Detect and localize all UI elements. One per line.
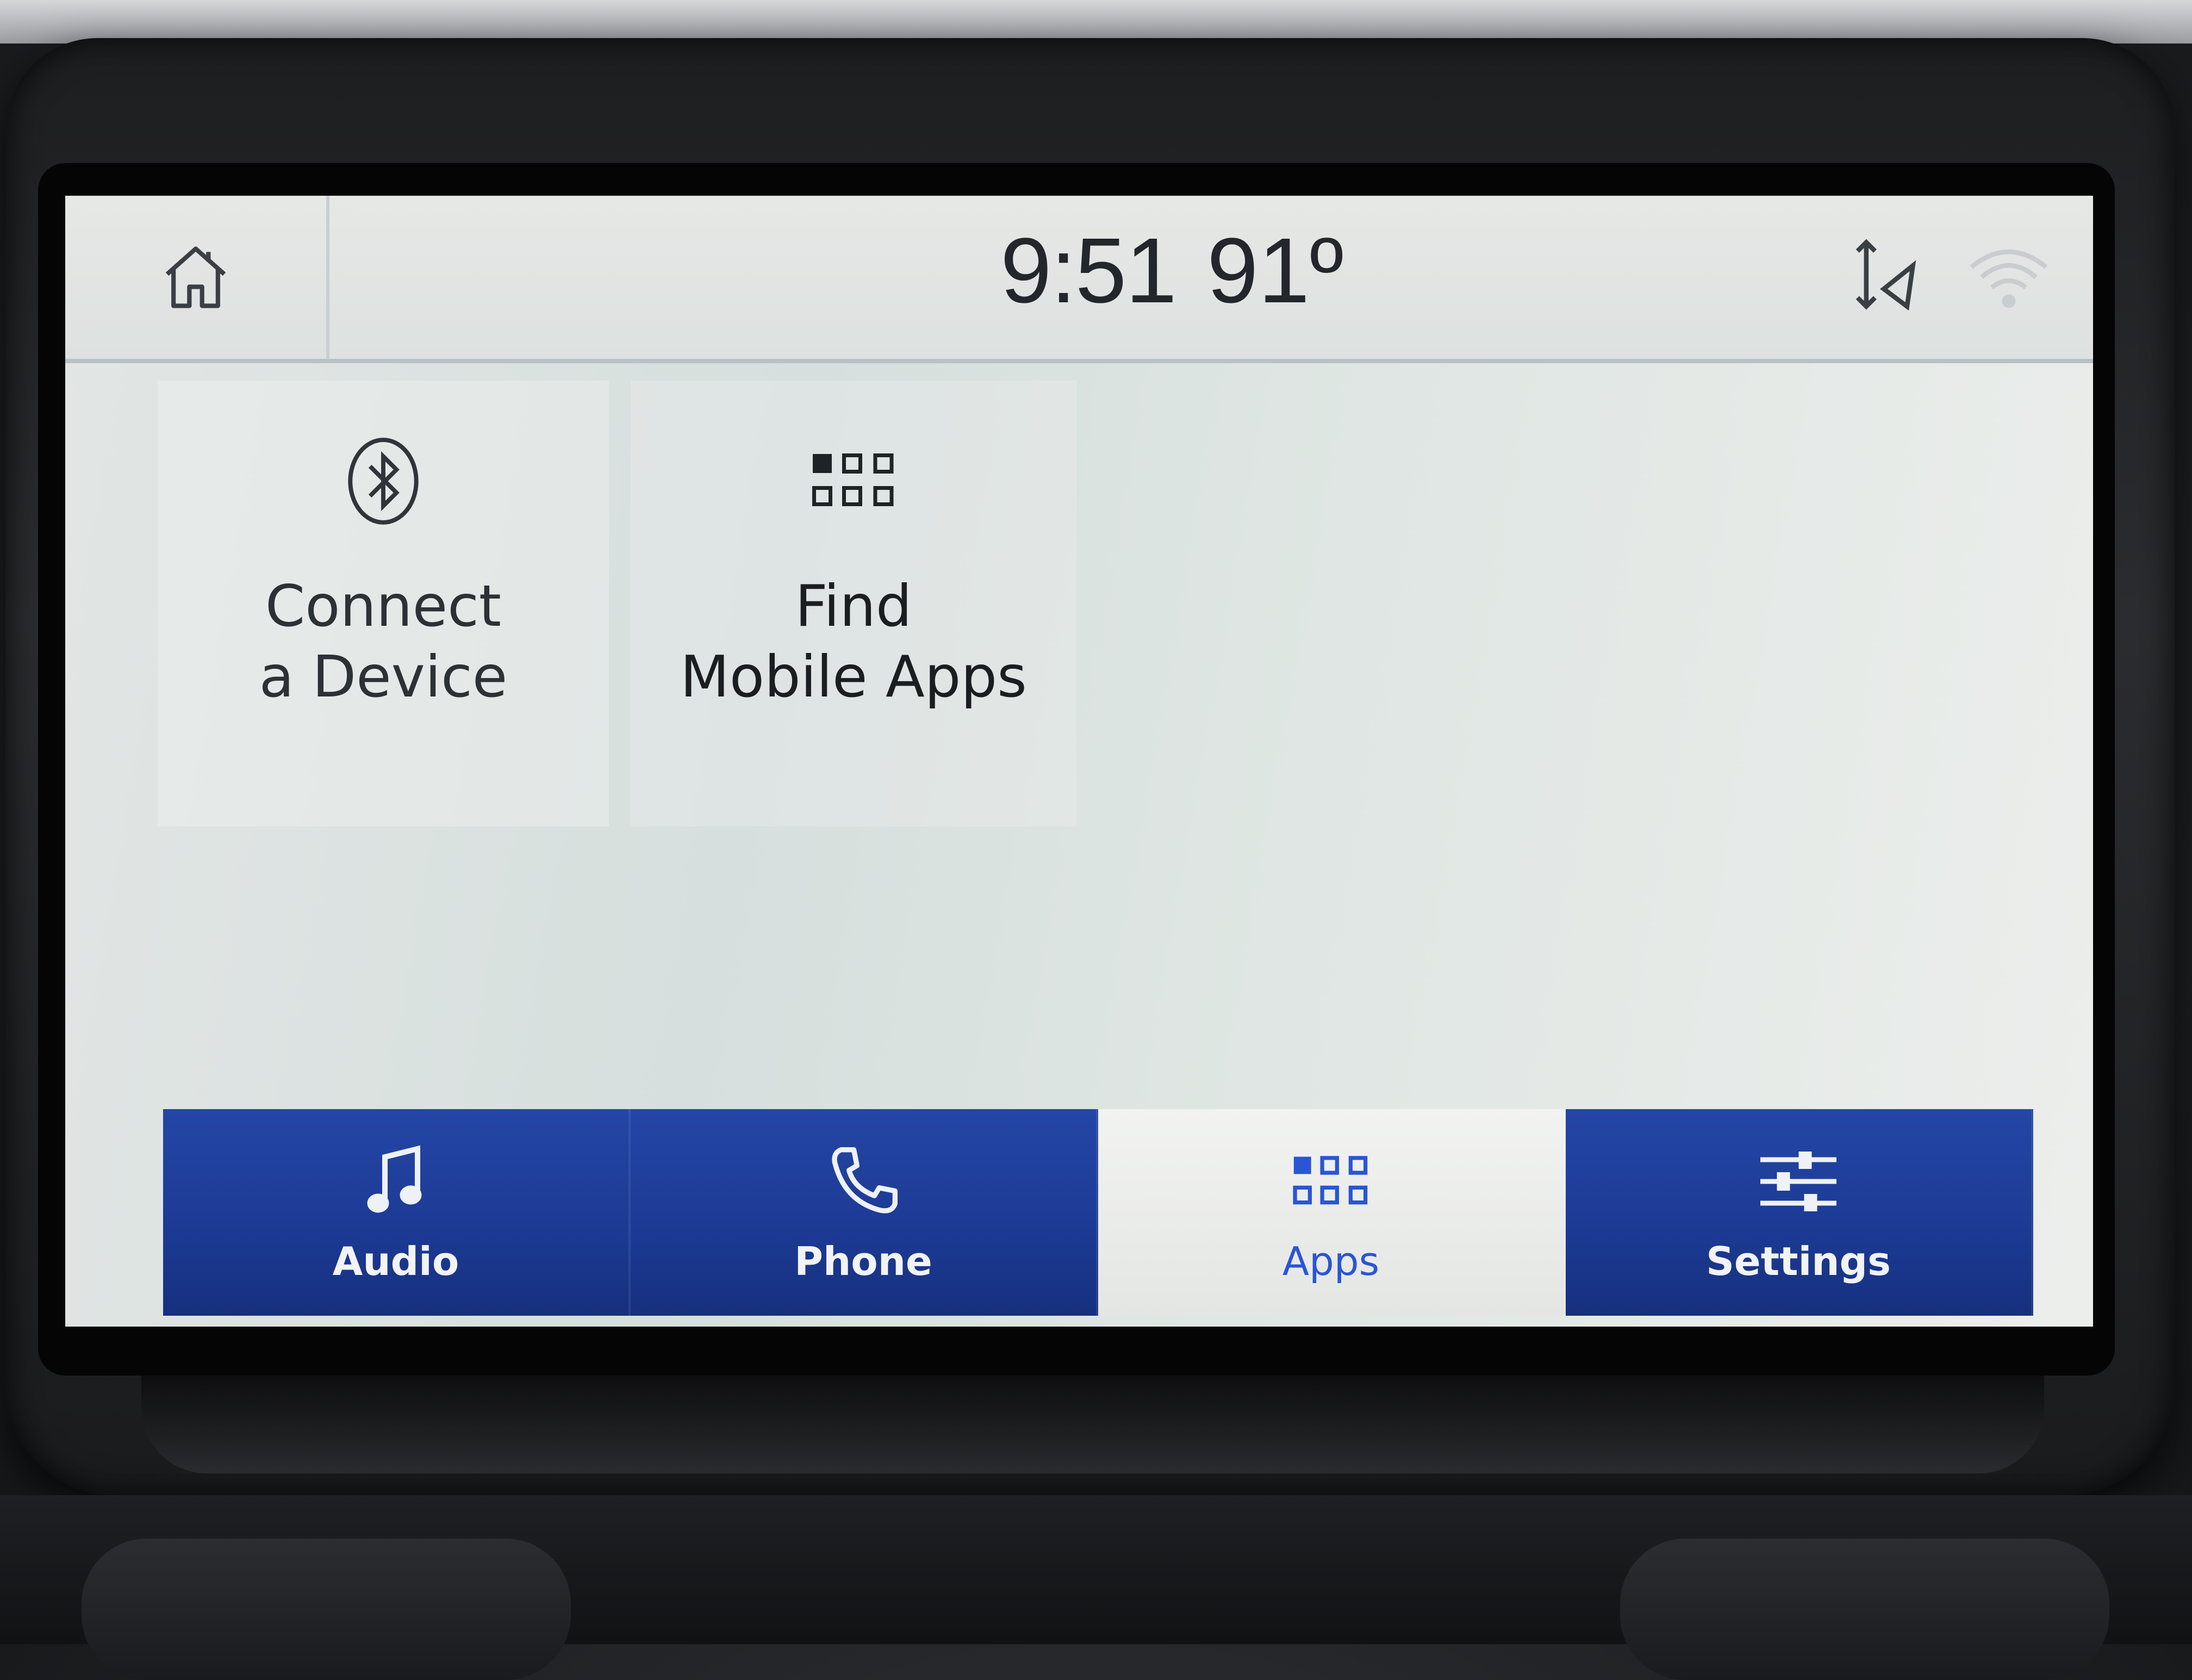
dashboard-trim (0, 0, 2192, 43)
music-note-icon (367, 1145, 422, 1213)
console-control-right (1620, 1539, 2109, 1680)
status-icons (1848, 228, 2050, 326)
navigation-arrows-icon (1855, 239, 1916, 311)
find-apps-label-line2: Mobile Apps (680, 644, 1027, 710)
connect-device-label-line1: Connect (265, 573, 502, 639)
nav-phone[interactable]: Phone (631, 1109, 1098, 1316)
bezel-lower-lip (141, 1376, 2044, 1473)
wifi-icon (1970, 249, 2048, 308)
nav-phone-label: Phone (794, 1239, 932, 1284)
console-control-left (82, 1539, 571, 1680)
apps-grid-icon (812, 453, 894, 506)
find-mobile-apps-tile[interactable]: Find Mobile Apps (631, 381, 1076, 826)
home-button[interactable] (65, 196, 329, 359)
bottom-nav-bar: Audio Phone Apps Settings (163, 1109, 2033, 1316)
bluetooth-icon (348, 438, 419, 525)
home-icon (165, 246, 226, 308)
nav-audio[interactable]: Audio (163, 1109, 631, 1316)
infotainment-screen: 9:51 91º Connect a Device Find Mobile Ap… (65, 196, 2093, 1327)
connect-device-tile[interactable]: Connect a Device (158, 381, 609, 826)
nav-settings-label: Settings (1706, 1239, 1891, 1284)
apps-grid-icon (1293, 1156, 1368, 1205)
nav-audio-label: Audio (332, 1239, 459, 1284)
clock: 9:51 (1000, 219, 1177, 322)
nav-apps-label: Apps (1282, 1239, 1380, 1284)
find-apps-label-line1: Find (795, 573, 912, 639)
nav-apps[interactable]: Apps (1098, 1109, 1566, 1316)
nav-settings[interactable]: Settings (1566, 1109, 2033, 1316)
outside-temperature: 91º (1207, 219, 1344, 322)
status-bar: 9:51 91º (65, 196, 2093, 363)
connect-device-label-line2: a Device (259, 644, 508, 710)
sliders-icon (1760, 1152, 1836, 1211)
phone-icon (832, 1147, 898, 1214)
